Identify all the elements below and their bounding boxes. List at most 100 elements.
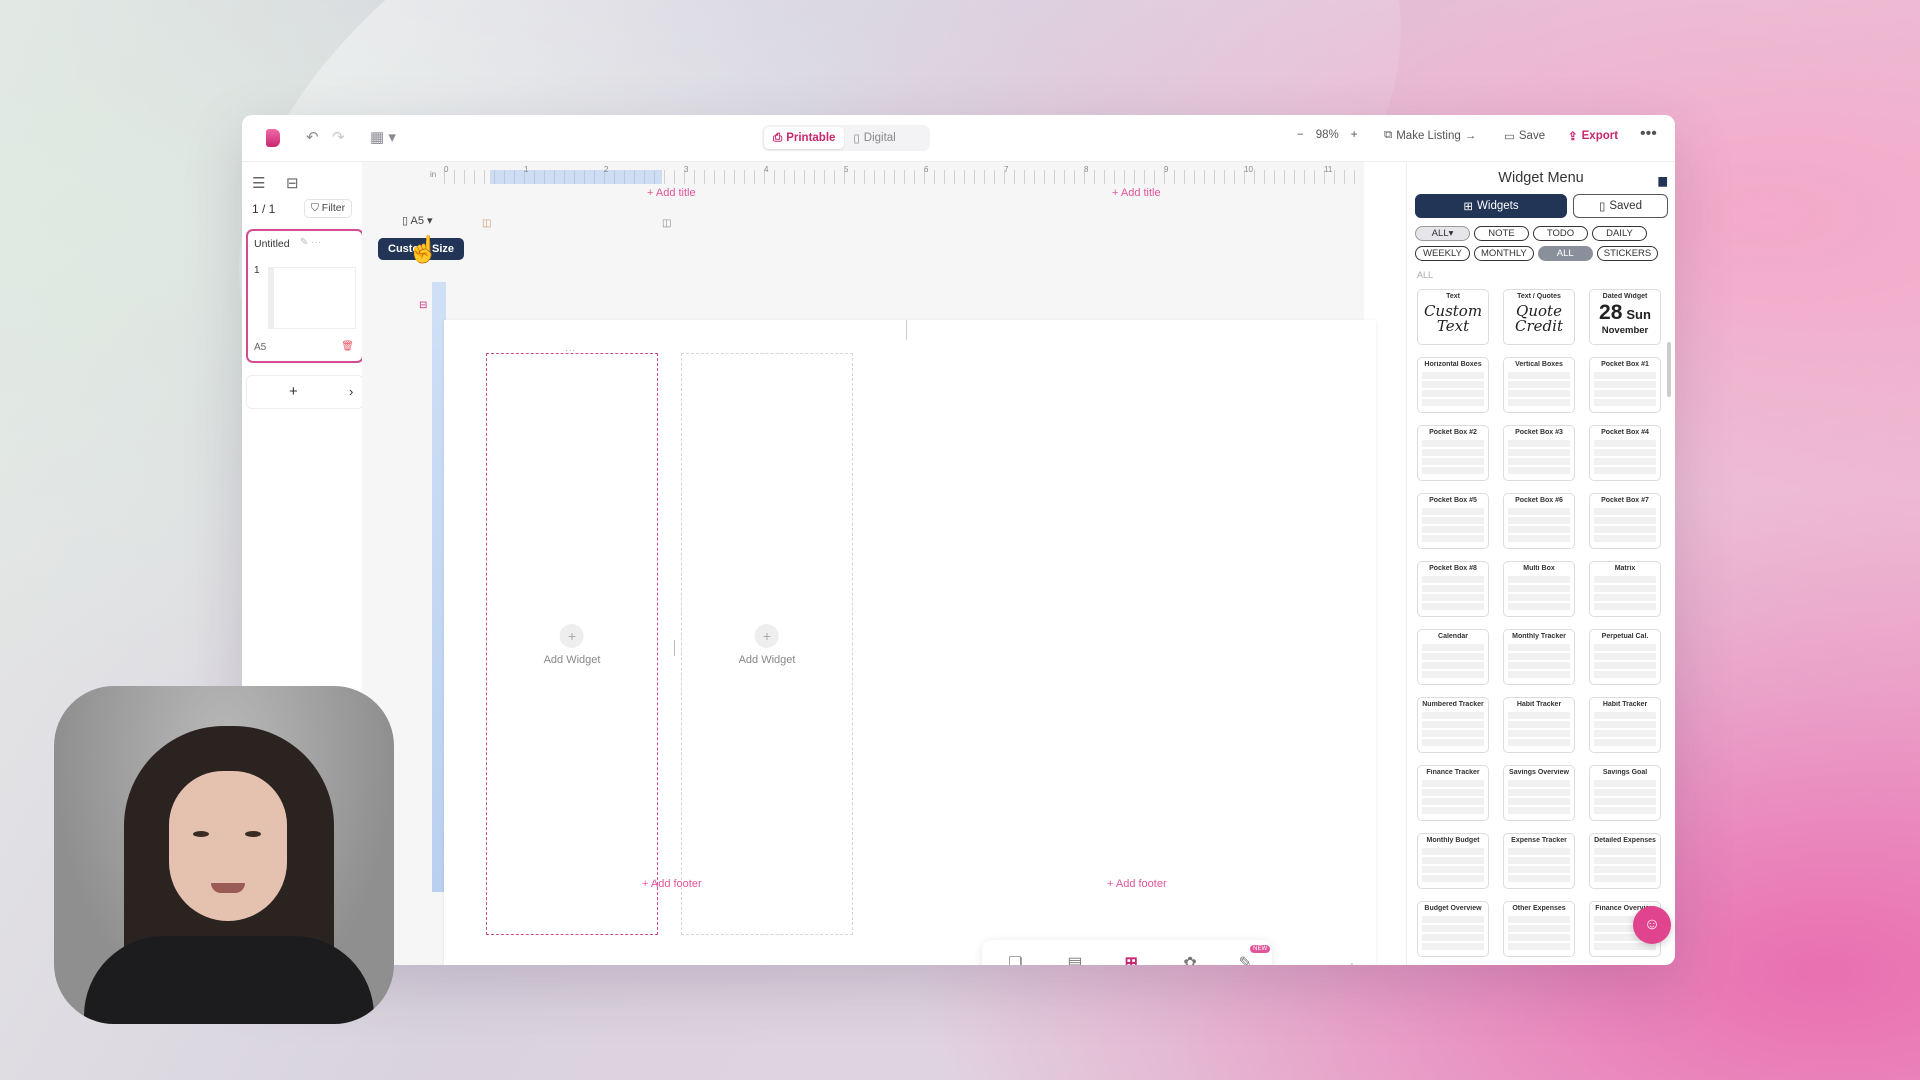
widget-card[interactable]: Matrix: [1589, 561, 1661, 617]
make-listing-button[interactable]: ⧉ Make Listing →: [1384, 129, 1476, 142]
add-column-icon[interactable]: +: [1348, 958, 1356, 965]
zoom-out-icon[interactable]: −: [1297, 129, 1304, 141]
widget-preview: [1594, 644, 1656, 680]
widget-card[interactable]: Pocket Box #5: [1417, 493, 1489, 549]
digital-button[interactable]: ▯ Digital: [844, 127, 904, 149]
nav-templates[interactable]: ❏Templates: [994, 953, 1037, 966]
widget-card[interactable]: Perpetual Cal.: [1589, 629, 1661, 685]
widget-name: Habit Tracker: [1602, 701, 1648, 708]
layout-icon: ▤: [1067, 954, 1083, 966]
nav-widgets[interactable]: ⊞Widgets: [1113, 953, 1150, 966]
widget-card[interactable]: Calendar: [1417, 629, 1489, 685]
chat-support-icon[interactable]: ☺: [1633, 906, 1671, 944]
trash-icon[interactable]: 🗑: [341, 341, 354, 352]
widget-name: Pocket Box #6: [1515, 497, 1563, 504]
redo-icon[interactable]: ↷: [332, 128, 345, 146]
column-resize-handle[interactable]: [674, 640, 675, 656]
widget-name: Habit Tracker: [1516, 701, 1562, 708]
layout-toggle-icon[interactable]: ▦ ▾: [370, 128, 396, 146]
comment-icon[interactable]: ▆: [1659, 174, 1667, 187]
chip-monthly[interactable]: MONTHLY: [1474, 246, 1534, 261]
nav-theme[interactable]: ✎ThemeNEW: [1231, 944, 1271, 965]
chip-todo[interactable]: TODO: [1533, 226, 1588, 241]
widget-card[interactable]: Detailed Expenses: [1589, 833, 1661, 889]
widget-card[interactable]: Pocket Box #3: [1503, 425, 1575, 481]
widget-card[interactable]: Numbered Tracker: [1417, 697, 1489, 753]
add-footer-left[interactable]: + Add footer: [642, 878, 702, 890]
column-2[interactable]: + Add Widget: [681, 353, 853, 935]
zoom-level: 98%: [1315, 129, 1339, 141]
widget-card[interactable]: Monthly Tracker: [1503, 629, 1575, 685]
templates-icon: ❏: [1008, 954, 1023, 966]
header-icon[interactable]: ⊟: [419, 300, 427, 311]
widget-card[interactable]: Dated Widget 28 Sun November: [1589, 289, 1661, 345]
widget-name: Text: [1446, 293, 1460, 300]
chip-all[interactable]: ALL ▾: [1415, 226, 1470, 241]
widget-card[interactable]: Pocket Box #7: [1589, 493, 1661, 549]
chip-note[interactable]: NOTE: [1474, 226, 1529, 241]
widget-preview: [1508, 440, 1570, 476]
grid-view-icon[interactable]: ⊟: [286, 174, 299, 192]
widget-card[interactable]: Expense Tracker: [1503, 833, 1575, 889]
undo-icon[interactable]: ↶: [306, 128, 319, 146]
zoom-in-icon[interactable]: +: [1351, 129, 1358, 141]
page-title[interactable]: Untitled: [254, 238, 290, 250]
widget-card[interactable]: Other Expenses: [1503, 901, 1575, 957]
tab-widgets[interactable]: ⊞ Widgets: [1415, 194, 1567, 218]
add-widget-1[interactable]: + Add Widget: [544, 624, 600, 666]
chip-weekly[interactable]: WEEKLY: [1415, 246, 1470, 261]
add-page-icon[interactable]: +: [289, 383, 298, 400]
widget-card[interactable]: Pocket Box #6: [1503, 493, 1575, 549]
widget-card[interactable]: Habit Tracker: [1503, 697, 1575, 753]
nav-stickers[interactable]: ✿Stickers: [1173, 953, 1207, 966]
add-footer-right[interactable]: + Add footer: [1107, 878, 1167, 890]
widget-preview: [1422, 508, 1484, 544]
widget-name: Perpetual Cal.: [1601, 633, 1649, 640]
column-menu-icon[interactable]: ···: [565, 345, 575, 356]
printer-icon: ⎙: [773, 131, 783, 144]
tab-saved[interactable]: ▯ Saved: [1573, 194, 1668, 218]
scrollbar[interactable]: [1667, 342, 1671, 397]
widget-card[interactable]: Pocket Box #1: [1589, 357, 1661, 413]
column-1[interactable]: ··· + Add Widget: [486, 345, 658, 935]
widget-card[interactable]: Budget Overview: [1417, 901, 1489, 957]
widget-card[interactable]: Vertical Boxes: [1503, 357, 1575, 413]
widget-card[interactable]: Text / Quotes Quote Credit: [1503, 289, 1575, 345]
widgets-icon: ⊞: [1463, 201, 1474, 213]
add-widget-2[interactable]: + Add Widget: [739, 624, 795, 666]
chip-stickers[interactable]: STICKERS: [1596, 246, 1659, 261]
ruler-tick-label: 1: [524, 165, 529, 174]
edit-icon[interactable]: ✎ ···: [300, 237, 321, 248]
widget-card[interactable]: Multi Box: [1503, 561, 1575, 617]
printable-button[interactable]: ⎙ Printable: [764, 127, 845, 149]
chevron-right-icon[interactable]: ›: [349, 384, 353, 399]
export-button[interactable]: ⇪ Export: [1568, 129, 1618, 143]
nav-layout[interactable]: ▤Layout: [1061, 953, 1090, 966]
widget-card[interactable]: Pocket Box #2: [1417, 425, 1489, 481]
widget-card[interactable]: Monthly Budget: [1417, 833, 1489, 889]
list-view-icon[interactable]: ☰: [252, 174, 265, 192]
chip-daily[interactable]: DAILY: [1592, 226, 1647, 241]
widget-card[interactable]: Pocket Box #8: [1417, 561, 1489, 617]
widget-name: Monthly Tracker: [1512, 633, 1566, 640]
add-title-right[interactable]: + Add title: [1112, 187, 1161, 199]
page-size-selector[interactable]: ▯ A5 ▾: [402, 214, 433, 227]
presenter-mouth: [211, 883, 245, 893]
split-icon[interactable]: ◫: [662, 218, 671, 229]
widget-card[interactable]: Finance Tracker: [1417, 765, 1489, 821]
widget-card[interactable]: Horizontal Boxes: [1417, 357, 1489, 413]
widget-card[interactable]: Savings Goal: [1589, 765, 1661, 821]
ruler-tick-label: 6: [924, 165, 929, 174]
widget-card[interactable]: Pocket Box #4: [1589, 425, 1661, 481]
page-thumbnail[interactable]: [268, 267, 356, 329]
save-button[interactable]: ▭ Save: [1504, 129, 1545, 143]
more-options-icon[interactable]: •••: [1640, 125, 1657, 143]
widget-card[interactable]: Savings Overview: [1503, 765, 1575, 821]
columns-icon[interactable]: ◫: [482, 218, 491, 229]
widget-card[interactable]: Habit Tracker: [1589, 697, 1661, 753]
page-card[interactable]: Untitled ✎ ··· 1 A5 🗑: [246, 229, 364, 363]
chip-all[interactable]: ALL: [1537, 246, 1593, 261]
widget-card[interactable]: Text Custom Text: [1417, 289, 1489, 345]
add-title-left[interactable]: + Add title: [647, 187, 696, 199]
filter-button[interactable]: ⛉ Filter: [304, 199, 353, 218]
